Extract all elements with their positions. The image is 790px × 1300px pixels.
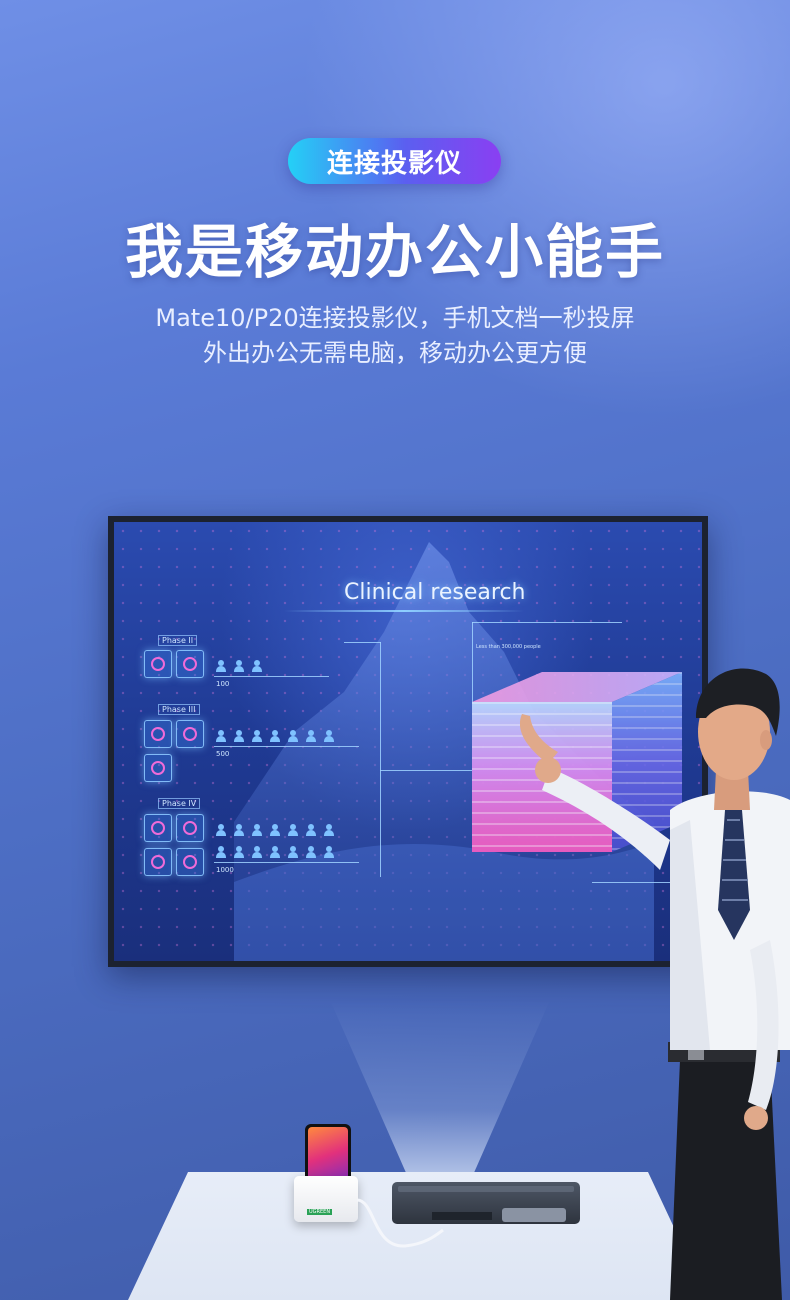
slide-title: Clinical research <box>344 580 526 605</box>
count-100: 100 <box>216 680 230 688</box>
count-1000: 1000 <box>216 866 234 874</box>
feature-badge: 连接投影仪 <box>288 138 501 184</box>
phase-cell <box>176 650 204 678</box>
person-icon <box>270 730 280 742</box>
connector-line <box>344 642 381 643</box>
phase-cell <box>144 650 172 678</box>
phase-label-2: Phase II <box>158 635 198 646</box>
phase-cell <box>144 814 172 842</box>
page-headline: 我是移动办公小能手 <box>124 218 665 286</box>
person-icon <box>324 846 334 858</box>
phase-label-3: Phase III <box>158 704 200 715</box>
person-icon <box>252 730 262 742</box>
person-icon <box>216 824 226 836</box>
phase-cell <box>176 848 204 876</box>
phase-cell <box>176 814 204 842</box>
title-underline <box>284 610 524 612</box>
person-icon <box>252 846 262 858</box>
connector-line <box>472 622 622 623</box>
phase-label-4: Phase IV <box>158 798 201 809</box>
person-icon <box>288 824 298 836</box>
person-icon <box>324 824 334 836</box>
person-icon <box>270 824 280 836</box>
dock-brand-logo: UGREEN <box>307 1209 333 1215</box>
presenter-man <box>520 668 790 1300</box>
phase-cell <box>176 720 204 748</box>
connector-line <box>380 770 472 771</box>
person-icon <box>288 846 298 858</box>
person-icon <box>252 660 262 672</box>
axis-line <box>214 676 329 677</box>
person-icon <box>234 824 244 836</box>
person-icon <box>270 846 280 858</box>
person-icon <box>252 824 262 836</box>
connector-line <box>380 642 381 877</box>
phase-cell <box>144 848 172 876</box>
axis-line <box>214 862 359 863</box>
person-icon <box>234 730 244 742</box>
phase-cell <box>144 754 172 782</box>
person-icon <box>216 730 226 742</box>
phone-dock: UGREEN <box>294 1176 358 1222</box>
person-icon <box>306 824 316 836</box>
person-icon <box>306 730 316 742</box>
person-icon <box>216 660 226 672</box>
phase-cell <box>144 720 172 748</box>
person-icon <box>288 730 298 742</box>
connector-line <box>472 622 473 702</box>
person-icon <box>324 730 334 742</box>
person-icon <box>234 660 244 672</box>
subtitle-line-2: 外出办公无需电脑，移动办公更方便 <box>203 339 587 367</box>
person-icon <box>306 846 316 858</box>
person-icon <box>234 846 244 858</box>
projector-light-beam <box>330 1000 550 1200</box>
person-icon <box>216 846 226 858</box>
axis-line <box>214 746 359 747</box>
subtitle-line-1: Mate10/P20连接投影仪，手机文档一秒投屏 <box>155 304 635 332</box>
count-500: 500 <box>216 750 230 758</box>
